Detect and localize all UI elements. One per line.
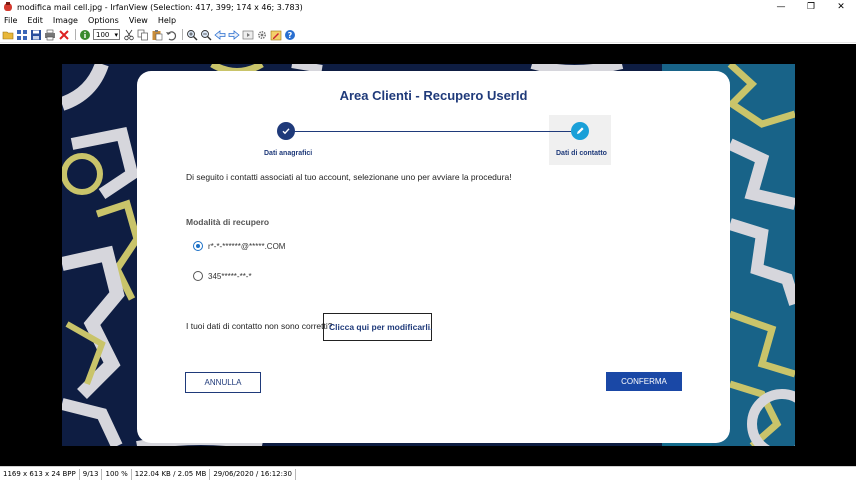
menu-edit[interactable]: Edit — [22, 16, 48, 25]
intro-text: Di seguito i contatti associati al tuo a… — [186, 172, 512, 182]
step-2-pencil-icon — [571, 122, 589, 140]
menu-image[interactable]: Image — [48, 16, 83, 25]
status-zoom: 100 % — [102, 469, 132, 480]
edit-contacts-link[interactable]: Clicca qui per modificarli. — [329, 322, 432, 332]
irfanview-app-icon — [3, 2, 13, 12]
selection-rectangle: Clicca qui per modificarli. — [323, 313, 432, 341]
copy-icon[interactable] — [137, 29, 149, 41]
phone-option-label: 345*****-**-* — [208, 271, 252, 281]
recovery-option-phone[interactable]: 345*****-**-* — [193, 271, 252, 281]
displayed-image: Area Clienti - Recupero UserId Dati anag… — [62, 64, 795, 446]
recovery-mode-label: Modalità di recupero — [186, 217, 270, 227]
slideshow-icon[interactable] — [242, 29, 254, 41]
print-icon[interactable] — [44, 29, 56, 41]
delete-icon[interactable] — [58, 29, 70, 41]
undo-icon[interactable] — [165, 29, 177, 41]
step-1-check-icon — [277, 122, 295, 140]
stepper-line — [287, 131, 571, 132]
status-datetime: 29/06/2020 / 16:12:30 — [210, 469, 296, 480]
cut-icon[interactable] — [123, 29, 135, 41]
info-icon[interactable] — [79, 29, 91, 41]
settings-icon[interactable] — [256, 29, 268, 41]
thumbnails-icon[interactable] — [16, 29, 28, 41]
menu-help[interactable]: Help — [153, 16, 181, 25]
paste-icon[interactable] — [151, 29, 163, 41]
status-filesize: 122.04 KB / 2.05 MB — [132, 469, 211, 480]
status-file-index: 9/13 — [80, 469, 103, 480]
step-1-label: Dati anagrafici — [264, 150, 313, 157]
previous-icon[interactable] — [214, 29, 226, 41]
toolbar-separator — [182, 29, 183, 40]
edit-image-icon[interactable] — [270, 29, 282, 41]
menu-view[interactable]: View — [124, 16, 153, 25]
zoom-value: 100 — [96, 30, 110, 39]
toolbar-separator — [75, 29, 76, 40]
next-icon[interactable] — [228, 29, 240, 41]
zoom-select[interactable]: 100 ▾ — [93, 29, 120, 40]
minimize-button[interactable]: — — [766, 0, 796, 14]
chevron-down-icon: ▾ — [114, 30, 118, 39]
contact-note: I tuoi dati di contatto non sono corrett… — [186, 321, 333, 331]
svg-text:?: ? — [288, 31, 293, 40]
save-icon[interactable] — [30, 29, 42, 41]
zoom-out-icon[interactable] — [200, 29, 212, 41]
help-icon[interactable]: ? — [284, 29, 296, 41]
title-bar: modifica mail cell.jpg - IrfanView (Sele… — [0, 0, 856, 14]
open-folder-icon[interactable] — [2, 29, 14, 41]
step-2-label: Dati di contatto — [556, 150, 607, 157]
page-title: Area Clienti - Recupero UserId — [339, 88, 528, 103]
menu-file[interactable]: File — [0, 16, 22, 25]
menu-options[interactable]: Options — [83, 16, 124, 25]
irfanview-window: modifica mail cell.jpg - IrfanView (Sele… — [0, 0, 856, 482]
phone-radio[interactable] — [193, 271, 203, 281]
image-viewer[interactable]: Area Clienti - Recupero UserId Dati anag… — [0, 44, 856, 466]
status-dimensions: 1169 x 613 x 24 BPP — [0, 469, 80, 480]
cancel-button[interactable]: ANNULLA — [185, 372, 261, 393]
recovery-option-email[interactable]: r*-*-******@*****.COM — [193, 241, 285, 251]
menu-bar: File Edit Image Options View Help — [0, 14, 856, 27]
email-radio[interactable] — [193, 241, 203, 251]
toolbar: 100 ▾ ? — [0, 27, 856, 43]
maximize-button[interactable]: ❐ — [796, 0, 826, 14]
close-button[interactable]: ✕ — [826, 0, 856, 14]
status-bar: 1169 x 613 x 24 BPP 9/13 100 % 122.04 KB… — [0, 466, 856, 482]
window-title: modifica mail cell.jpg - IrfanView (Sele… — [17, 2, 303, 12]
zoom-in-icon[interactable] — [186, 29, 198, 41]
recovery-card: Area Clienti - Recupero UserId Dati anag… — [137, 71, 730, 443]
window-controls: — ❐ ✕ — [766, 0, 856, 14]
email-option-label: r*-*-******@*****.COM — [208, 241, 286, 251]
confirm-button[interactable]: CONFERMA — [606, 372, 682, 391]
